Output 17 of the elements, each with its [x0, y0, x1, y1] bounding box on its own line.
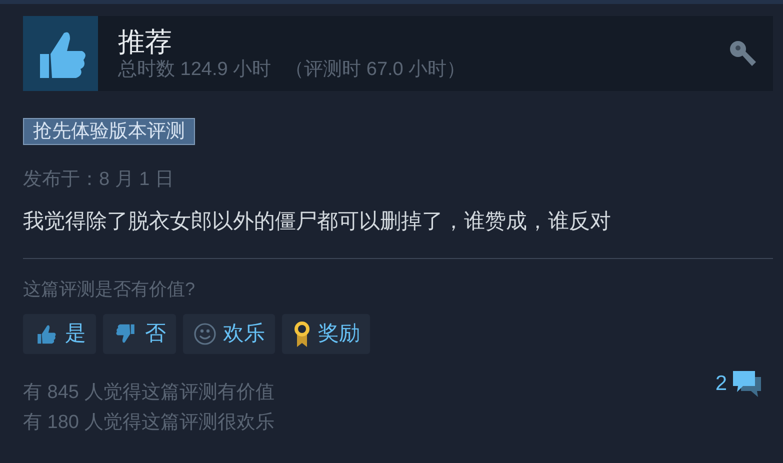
yes-vote-button[interactable]: 是 [23, 314, 96, 354]
review-verdict: 推荐 [118, 26, 173, 58]
comments-icon[interactable] [731, 368, 763, 399]
smiley-icon [193, 322, 217, 346]
no-vote-button[interactable]: 否 [103, 314, 176, 354]
award-vote-button[interactable]: 奖励 [282, 314, 370, 354]
comment-count: 2 [715, 371, 727, 397]
helpful-question: 这篇评测是否有价值? [23, 278, 196, 301]
review-text: 我觉得除了脱衣女郎以外的僵尸都可以删掉了，谁赞成，谁反对 [23, 209, 612, 235]
vote-count-text: 有 845 人觉得这篇评测有价值 [23, 381, 276, 405]
award-ribbon-icon [292, 320, 312, 348]
post-date: 发布于：8 月 1 日 [23, 168, 175, 192]
playtime-at-review: （评测时 67.0 小时） [285, 58, 466, 82]
early-access-badge: 抢先体验版本评测 [23, 118, 195, 145]
playtime-total: 总时数 124.9 小时 [118, 58, 272, 82]
vote-count-text: 有 180 人觉得这篇评测很欢乐 [23, 411, 276, 435]
funny-vote-button[interactable]: 欢乐 [183, 314, 275, 354]
